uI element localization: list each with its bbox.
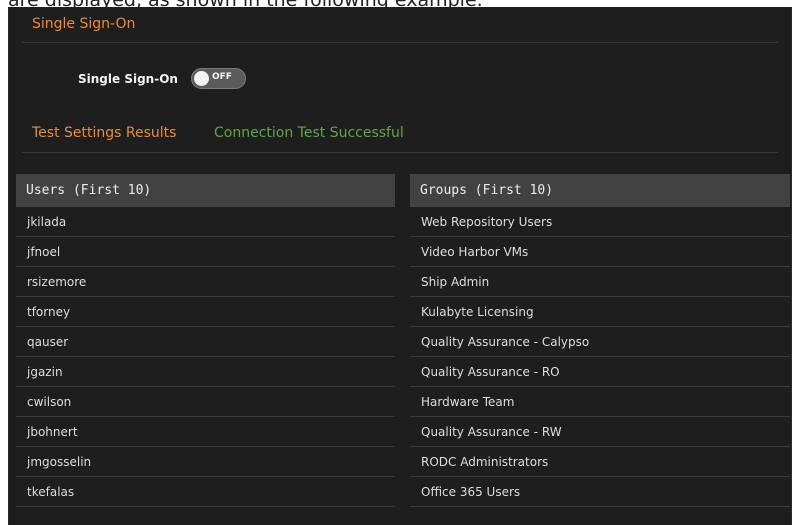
group-row: Office 365 Users bbox=[410, 477, 790, 507]
sso-section-title: Single Sign-On bbox=[32, 16, 136, 32]
user-row: tforney bbox=[16, 297, 395, 327]
toggle-knob bbox=[194, 71, 209, 86]
users-header: Users (First 10) bbox=[16, 174, 395, 207]
connection-status: Connection Test Successful bbox=[214, 125, 404, 141]
group-row: Ship Admin bbox=[410, 267, 790, 297]
group-row: Web Repository Users bbox=[410, 207, 790, 237]
toggle-state-text: OFF bbox=[212, 72, 232, 82]
users-list: jkilada jfnoel rsizemore tforney qauser jgazi… bbox=[16, 207, 395, 507]
user-row: jgazin bbox=[16, 357, 395, 387]
test-results-title: Test Settings Results bbox=[32, 125, 177, 141]
user-row: jfnoel bbox=[16, 237, 395, 267]
user-row: rsizemore bbox=[16, 267, 395, 297]
users-column: Users (First 10) jkilada jfnoel rsizemore t… bbox=[16, 174, 395, 507]
user-row: tkefalas bbox=[16, 477, 395, 507]
group-row: Quality Assurance - RW bbox=[410, 417, 790, 447]
group-row: Video Harbor VMs bbox=[410, 237, 790, 267]
user-row: jmgosselin bbox=[16, 447, 395, 477]
divider bbox=[22, 152, 778, 153]
user-row: qauser bbox=[16, 327, 395, 357]
user-row: jbohnert bbox=[16, 417, 395, 447]
sso-toggle-label: Single Sign-On bbox=[78, 72, 178, 86]
user-row: cwilson bbox=[16, 387, 395, 417]
sso-toggle[interactable]: OFF bbox=[191, 68, 246, 89]
group-row: Kulabyte Licensing bbox=[410, 297, 790, 327]
group-row: Quality Assurance - RO bbox=[410, 357, 790, 387]
group-row: Quality Assurance - Calypso bbox=[410, 327, 790, 357]
groups-list: Web Repository Users Video Harbor VMs Ship… bbox=[410, 207, 790, 507]
user-row: jkilada bbox=[16, 207, 395, 237]
groups-column: Groups (First 10) Web Repository Users Vi… bbox=[410, 174, 790, 507]
group-row: Hardware Team bbox=[410, 387, 790, 417]
group-row: RODC Administrators bbox=[410, 447, 790, 477]
groups-header: Groups (First 10) bbox=[410, 174, 790, 207]
divider bbox=[22, 42, 778, 43]
sso-settings-panel: Single Sign-On Single Sign-On OFF Test S… bbox=[8, 7, 792, 525]
